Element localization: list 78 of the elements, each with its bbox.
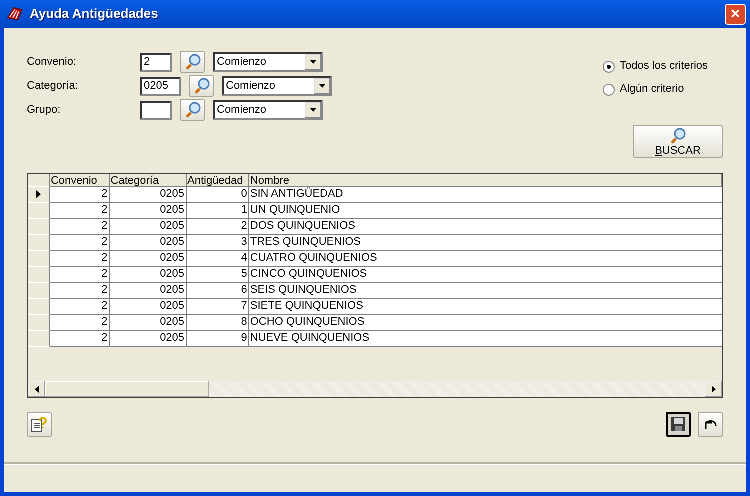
table-cell: 6 (186, 283, 250, 299)
table-cell: OCHO QUINQUENIOS (249, 315, 722, 331)
table-cell: 9 (186, 331, 250, 347)
lookup-button[interactable] (180, 51, 205, 73)
table-cell: 0205 (110, 219, 187, 235)
table-cell: 8 (186, 315, 250, 331)
search-icon (192, 77, 210, 95)
table-cell: NUEVE QUINQUENIOS (249, 331, 722, 347)
radio-button[interactable] (603, 60, 615, 72)
table-cell: 4 (186, 251, 250, 267)
field-label: Convenio: (27, 54, 78, 70)
radio-button[interactable] (603, 84, 615, 96)
close-button[interactable]: × (725, 4, 746, 24)
scroll-right-icon[interactable] (712, 386, 716, 392)
search-icon (184, 53, 202, 71)
table-cell: 0 (186, 187, 250, 203)
text-field[interactable] (140, 100, 172, 120)
table-cell: 2 (50, 315, 110, 331)
dropdown-arrow-icon (310, 108, 316, 112)
current-row-icon (36, 190, 41, 199)
table-cell: 0205 (110, 315, 187, 331)
horizontal-scrollbar[interactable] (28, 380, 722, 397)
table-cell: 2 (50, 251, 110, 267)
table-cell: 2 (50, 219, 110, 235)
table-cell: 7 (186, 299, 250, 315)
radio-label[interactable]: Algún criterio (620, 81, 684, 98)
mode-dropdown[interactable]: Comienzo (222, 76, 332, 96)
scroll-left-icon[interactable] (34, 386, 38, 392)
save-icon (671, 417, 686, 432)
save-button[interactable] (666, 412, 691, 437)
dropdown-arrow-icon (318, 84, 326, 88)
table-cell: 2 (50, 299, 110, 315)
row-indicator[interactable] (28, 187, 50, 203)
table-cell: 5 (186, 267, 250, 283)
help-icon (31, 416, 48, 433)
table-cell: 3 (186, 235, 250, 251)
lookup-button[interactable] (189, 75, 214, 97)
table-cell: 2 (50, 187, 110, 203)
window-title: Ayuda Antigüedades (30, 5, 160, 24)
dropdown-arrow-icon (310, 60, 316, 64)
table-cell: 2 (50, 267, 110, 283)
table-cell: 2 (50, 235, 110, 251)
mode-dropdown[interactable]: Comienzo (213, 100, 323, 120)
table-cell: 0205 (110, 235, 187, 251)
table-cell: 0205 (110, 283, 187, 299)
table-cell: DOS QUINQUENIOS (249, 219, 722, 235)
table-cell: CUATRO QUINQUENIOS (249, 251, 722, 267)
table-cell: 2 (50, 283, 110, 299)
table-cell: 0205 (110, 299, 187, 315)
search-icon (184, 101, 202, 119)
undo-button[interactable] (698, 412, 723, 437)
lookup-button[interactable] (180, 99, 205, 121)
app-icon (6, 6, 24, 22)
table-cell: CINCO QUINQUENIOS (249, 267, 722, 283)
table-cell: 1 (186, 203, 250, 219)
search-button[interactable]: BUSCAR (633, 125, 723, 158)
table-cell: 2 (186, 219, 250, 235)
radio-label[interactable]: Todos los criterios (620, 58, 708, 75)
text-field[interactable]: 0205 (140, 76, 181, 96)
table-cell: 0205 (110, 251, 187, 267)
field-label: Categoría: (27, 78, 80, 94)
table-cell: 2 (50, 203, 110, 219)
table-cell: SIN ANTIGÜEDAD (249, 187, 722, 203)
table-cell: 0205 (110, 203, 187, 219)
table-cell: 0205 (110, 331, 187, 347)
undo-icon (704, 420, 718, 430)
mode-dropdown[interactable]: Comienzo (213, 52, 323, 72)
table-cell: 2 (50, 331, 110, 347)
search-icon (669, 126, 687, 144)
table-cell: 0205 (110, 187, 187, 203)
help-button[interactable] (27, 412, 52, 437)
table-cell: SEIS QUINQUENIOS (249, 283, 722, 299)
table-cell: SIETE QUINQUENIOS (249, 299, 722, 315)
field-label: Grupo: (27, 102, 62, 118)
table-cell: UN QUINQUENIO (249, 203, 722, 219)
text-field[interactable]: 2 (140, 52, 172, 72)
table-cell: 0205 (110, 267, 187, 283)
table-cell: TRES QUINQUENIOS (249, 235, 722, 251)
